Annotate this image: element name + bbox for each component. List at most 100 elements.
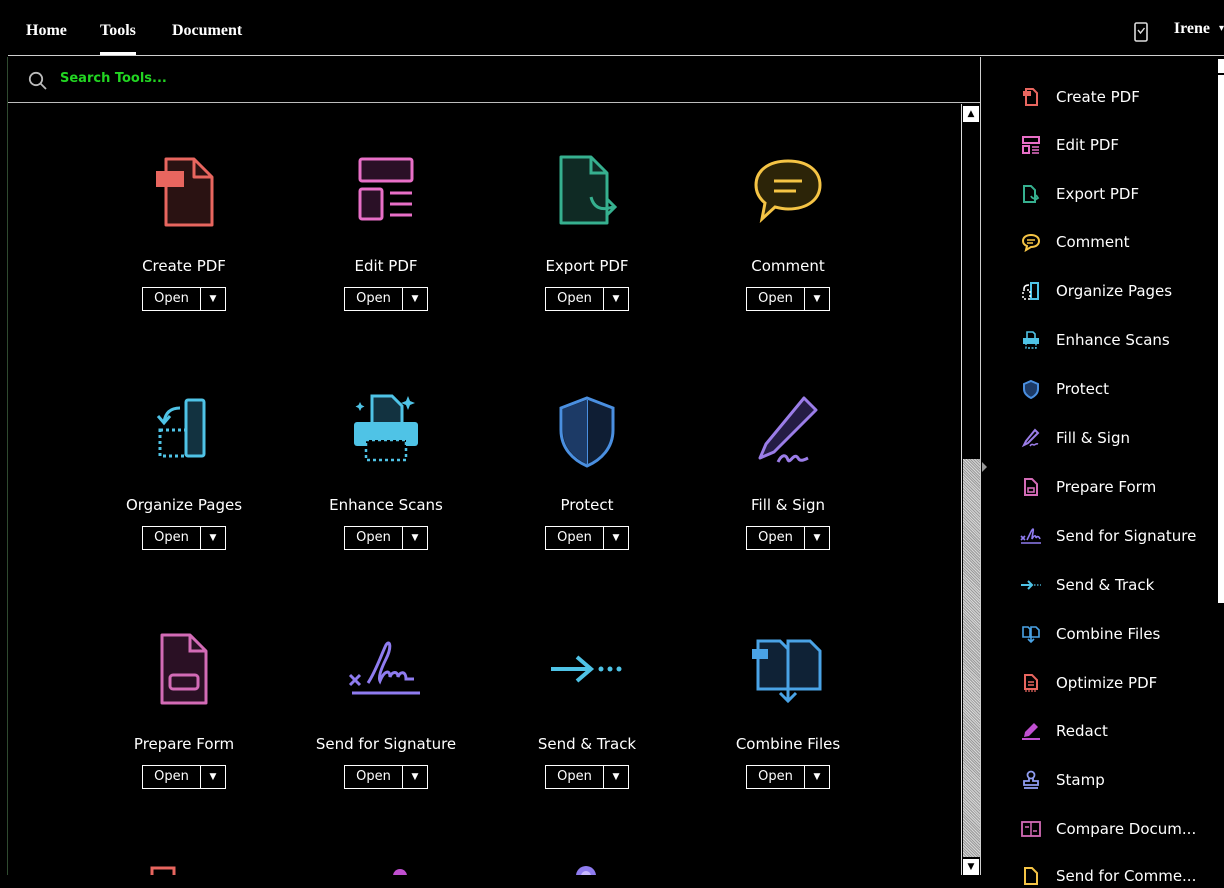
open-tool-button[interactable]: Open ▼ (142, 765, 226, 789)
open-label[interactable]: Open (345, 288, 403, 310)
sidebar-scrollbar[interactable] (1218, 57, 1224, 875)
sidebar-scroll-up-icon[interactable] (1218, 59, 1224, 73)
organize-pages-icon (156, 398, 206, 458)
tools-sidebar: Create PDF Edit PDF Export PDF Comment O… (994, 57, 1218, 885)
send-track-icon (551, 655, 622, 683)
mobile-device-icon[interactable] (1134, 22, 1148, 46)
scrollbar-thumb[interactable] (963, 459, 980, 857)
open-label[interactable]: Open (345, 766, 403, 788)
tool-tile-fill-sign: Fill & Sign Open ▼ (703, 392, 873, 572)
open-label[interactable]: Open (143, 766, 201, 788)
top-navigation-bar: Home Tools Document Irene ▾ (8, 8, 1224, 56)
sidebar-item-fill-sign[interactable]: Fill & Sign (1020, 426, 1130, 450)
sidebar-item-label: Protect (1056, 380, 1110, 398)
sidebar-item-compare-documents[interactable]: Compare Docum... (1020, 817, 1196, 841)
search-tools-input[interactable] (58, 70, 362, 87)
open-label[interactable]: Open (143, 527, 201, 549)
dropdown-caret-icon[interactable]: ▼ (604, 527, 628, 549)
enhance-scans-icon (1020, 329, 1042, 351)
sidebar-item-label: Prepare Form (1056, 478, 1157, 496)
open-label[interactable]: Open (747, 288, 805, 310)
sidebar-item-stamp[interactable]: Stamp (1020, 768, 1105, 792)
combine-files-icon (1020, 623, 1042, 645)
sidebar-item-export-pdf[interactable]: Export PDF (1020, 182, 1139, 206)
export-pdf-icon (1020, 183, 1042, 205)
sidebar-item-enhance-scans[interactable]: Enhance Scans (1020, 328, 1170, 352)
dropdown-caret-icon[interactable]: ▼ (805, 766, 829, 788)
open-tool-button[interactable]: Open ▼ (746, 526, 830, 550)
open-label[interactable]: Open (747, 527, 805, 549)
dropdown-caret-icon[interactable]: ▼ (201, 766, 225, 788)
sidebar-item-comment[interactable]: Comment (1020, 230, 1130, 254)
dropdown-caret-icon[interactable]: ▼ (201, 527, 225, 549)
open-label[interactable]: Open (747, 766, 805, 788)
dropdown-caret-icon[interactable]: ▼ (805, 527, 829, 549)
sidebar-item-send-for-comments[interactable]: Send for Comme... (1020, 864, 1196, 888)
sidebar-item-protect[interactable]: Protect (1020, 377, 1109, 401)
dropdown-caret-icon[interactable]: ▼ (604, 288, 628, 310)
sidebar-item-send-track[interactable]: Send & Track (1020, 573, 1154, 597)
sidebar-scrollbar-thumb[interactable] (1218, 75, 1224, 603)
open-label[interactable]: Open (143, 288, 201, 310)
open-label[interactable]: Open (345, 527, 403, 549)
open-tool-button[interactable]: Open ▼ (344, 287, 428, 311)
sidebar-item-edit-pdf[interactable]: Edit PDF (1020, 133, 1119, 157)
sidebar-item-create-pdf[interactable]: Create PDF (1020, 85, 1140, 109)
tab-document[interactable]: Document (172, 22, 242, 40)
tool-tile-comment: Comment Open ▼ (703, 153, 873, 333)
sidebar-item-send-for-signature[interactable]: Send for Signature (1020, 524, 1196, 548)
dropdown-caret-icon[interactable]: ▼ (805, 288, 829, 310)
dropdown-caret-icon[interactable]: ▼ (403, 288, 427, 310)
scroll-down-icon[interactable]: ▼ (963, 859, 979, 875)
open-label[interactable]: Open (546, 766, 604, 788)
collapse-panel-arrow-icon[interactable] (982, 462, 987, 472)
sidebar-item-label: Edit PDF (1056, 136, 1120, 154)
tool-tile-prepare-form: Prepare Form Open ▼ (99, 631, 269, 811)
tab-tools[interactable]: Tools (100, 22, 136, 55)
open-tool-button[interactable]: Open ▼ (746, 765, 830, 789)
window-edge-line (7, 57, 8, 875)
dropdown-caret-icon[interactable]: ▼ (403, 766, 427, 788)
tool-label: Send & Track (537, 735, 637, 753)
open-label[interactable]: Open (546, 288, 604, 310)
open-tool-button[interactable]: Open ▼ (746, 287, 830, 311)
user-name[interactable]: Irene (1174, 20, 1210, 38)
tool-tile-protect: Protect Open ▼ (502, 392, 672, 572)
sidebar-item-label: Organize Pages (1056, 282, 1173, 300)
open-tool-button[interactable]: Open ▼ (344, 765, 428, 789)
open-label[interactable]: Open (546, 527, 604, 549)
sidebar-item-redact[interactable]: Redact (1020, 719, 1108, 743)
open-tool-button[interactable]: Open ▼ (545, 765, 629, 789)
open-tool-button[interactable]: Open ▼ (545, 287, 629, 311)
sidebar-item-prepare-form[interactable]: Prepare Form (1020, 475, 1156, 499)
open-tool-button[interactable]: Open ▼ (545, 526, 629, 550)
scroll-up-icon[interactable]: ▲ (963, 106, 979, 122)
sidebar-item-label: Redact (1056, 722, 1108, 740)
tool-tile-organize-pages: Organize Pages Open ▼ (99, 392, 269, 572)
sidebar-item-combine-files[interactable]: Combine Files (1020, 622, 1160, 646)
compare-documents-icon (1020, 818, 1042, 840)
tab-home[interactable]: Home (26, 22, 67, 40)
sidebar-item-optimize-pdf[interactable]: Optimize PDF (1020, 671, 1157, 695)
tool-label: Send for Signature (315, 735, 457, 753)
organize-pages-icon (1020, 280, 1042, 302)
sidebar-item-label: Fill & Sign (1056, 429, 1130, 447)
open-tool-button[interactable]: Open ▼ (344, 526, 428, 550)
dropdown-caret-icon[interactable]: ▼ (604, 766, 628, 788)
open-tool-button[interactable]: Open ▼ (142, 526, 226, 550)
comment-icon (1020, 231, 1042, 253)
fill-sign-icon (1020, 427, 1042, 449)
dropdown-caret-icon[interactable]: ▼ (403, 527, 427, 549)
prepare-form-icon (160, 633, 208, 705)
sidebar-item-label: Send for Signature (1056, 527, 1197, 545)
sidebar-item-label: Stamp (1056, 771, 1105, 789)
stamp-icon (576, 866, 596, 875)
sidebar-item-organize-pages[interactable]: Organize Pages (1020, 279, 1172, 303)
tool-label: Protect (560, 496, 614, 514)
sidebar-item-label: Comment (1056, 233, 1130, 251)
dropdown-caret-icon[interactable]: ▼ (201, 288, 225, 310)
user-menu-caret-icon[interactable]: ▾ (1219, 23, 1224, 34)
open-tool-button[interactable]: Open ▼ (142, 287, 226, 311)
tools-scrollbar[interactable]: ▲ ▼ (961, 104, 980, 875)
tool-tile-export-pdf: Export PDF Open ▼ (502, 153, 672, 333)
